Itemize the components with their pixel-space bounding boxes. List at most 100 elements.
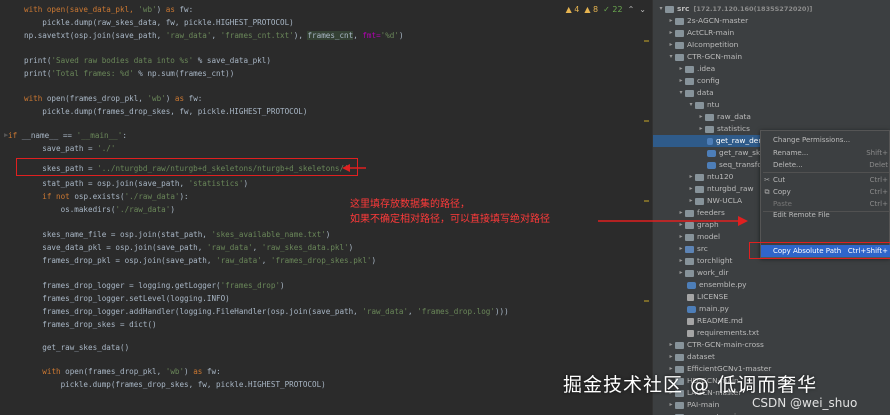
weak-warning-count[interactable]: ▲ 8 (584, 5, 598, 14)
code-line[interactable]: frames_drop_logger.addHandler(logging.Fi… (24, 305, 508, 318)
code-line[interactable]: print('Saved raw bodies data into %s' % … (24, 54, 271, 67)
folder-icon (705, 113, 714, 121)
tree-item[interactable]: seq_transfor (707, 159, 765, 171)
tree-item[interactable]: ▸ CTR-GCN-main-cross (667, 339, 763, 351)
tree-item[interactable]: ▸ NW-UCLA (687, 195, 742, 207)
menu-item-delete[interactable]: Delete... Delet (761, 159, 890, 171)
tree-item[interactable]: ▸ ntu120 (687, 171, 733, 183)
menu-item-copy[interactable]: ⧉ Copy Ctrl+ (761, 186, 890, 198)
menu-item-cut[interactable]: ✂ Cut Ctrl+ (761, 174, 890, 186)
tree-root-label: src (677, 4, 690, 13)
python-file-icon (707, 149, 716, 157)
tree-item[interactable]: requirements.txt (687, 327, 759, 339)
tree-item[interactable]: README.md (687, 315, 743, 327)
tree-item[interactable]: ▸ torchlight (677, 255, 732, 267)
code-line[interactable]: with open(frames_drop_pkl, 'wb') as fw: (24, 365, 220, 378)
folder-icon (685, 245, 694, 253)
folder-icon (675, 29, 684, 37)
folder-icon (675, 341, 684, 349)
menu-item-edit-remote-file[interactable]: Edit Remote File (761, 209, 890, 221)
context-menu[interactable]: Change Permissions... Rename... Shift+ De… (760, 130, 890, 258)
folder-icon (685, 257, 694, 265)
code-line[interactable]: save_path = './' (24, 142, 115, 155)
folder-icon (675, 17, 684, 25)
annotation-line-2: 如果不确定相对路径，可以直接填写绝对路径 (350, 214, 550, 225)
menu-item-change-permissions[interactable]: Change Permissions... (761, 134, 890, 146)
folder-icon (685, 77, 694, 85)
code-line[interactable]: if __name__ == '__main__': (8, 129, 127, 142)
warning-count[interactable]: ▲ 4 (566, 5, 580, 14)
tree-item[interactable]: ▾ CTR-GCN-main (667, 51, 742, 63)
code-line[interactable]: save_data_pkl = osp.join(save_path, 'raw… (24, 241, 353, 254)
code-line[interactable]: with open(save_data_pkl, 'wb') as fw: (24, 3, 193, 16)
tree-item[interactable]: ▾ ntu (687, 99, 719, 111)
folder-icon (675, 353, 684, 361)
typo-count[interactable]: ✓ 22 (603, 5, 622, 14)
tree-item[interactable]: get_raw_ske (707, 147, 765, 159)
tree-item[interactable]: ensemble.py (687, 279, 747, 291)
nav-down-icon[interactable]: ⌄ (639, 5, 646, 14)
tree-item[interactable]: ▸ work_dir (677, 267, 728, 279)
tree-item[interactable]: ▸ .idea (677, 63, 715, 75)
annotation-arrow (342, 164, 366, 172)
markdown-file-icon (687, 317, 694, 325)
tree-item[interactable]: ▸psumnet-main (667, 411, 741, 415)
tree-item[interactable]: ▸ ActCLR-main (667, 27, 734, 39)
code-line[interactable]: if not osp.exists('./raw_data'): (24, 190, 188, 203)
folder-icon (675, 53, 684, 61)
highlight-box-skes-path (16, 158, 358, 176)
code-line[interactable]: frames_drop_logger.setLevel(logging.INFO… (24, 292, 229, 305)
code-line[interactable]: os.makedirs('./raw_data') (24, 203, 175, 216)
edit-remote-icon (761, 209, 773, 221)
delete-icon (761, 159, 773, 171)
code-line[interactable]: frames_drop_skes = dict() (24, 318, 156, 331)
tree-item[interactable]: ▸ nturgbd_raw (687, 183, 753, 195)
folder-icon (705, 125, 714, 133)
tree-item[interactable]: ▸ dataset (667, 351, 714, 363)
tree-item[interactable]: LICENSE (687, 291, 728, 303)
copy-icon: ⧉ (764, 188, 770, 196)
text-file-icon (687, 329, 694, 337)
code-line[interactable]: with open(frames_drop_pkl, 'wb') as fw: (24, 92, 202, 105)
scissors-icon: ✂ (764, 176, 770, 184)
rename-icon (761, 147, 773, 159)
code-line[interactable]: get_raw_skes_data() (24, 341, 129, 354)
tree-item[interactable]: main.py (687, 303, 729, 315)
tree-item[interactable]: ▸ PAI-main (667, 399, 719, 411)
code-line[interactable]: pickle.dump(frames_drop_skes, fw, pickle… (24, 105, 307, 118)
code-line[interactable]: frames_drop_logger = logging.getLogger('… (24, 279, 284, 292)
python-file-icon (687, 281, 696, 289)
tree-item[interactable]: ▸ src (677, 243, 707, 255)
tree-item[interactable]: ▸ raw_data (697, 111, 750, 123)
nav-up-icon[interactable]: ⌃ (628, 5, 635, 14)
tree-item[interactable]: ▸ statistics (697, 123, 749, 135)
folder-icon (695, 185, 704, 193)
code-line[interactable]: stat_path = osp.join(save_path, 'statist… (24, 177, 248, 190)
tree-item-selected[interactable]: get_raw_den (653, 135, 763, 147)
juejin-watermark: 掘金技术社区 @ 低调而奢华 (563, 374, 818, 396)
code-line[interactable]: skes_name_file = osp.join(stat_path, 'sk… (24, 228, 330, 241)
tree-item[interactable]: ▸ config (677, 75, 719, 87)
code-line[interactable]: pickle.dump(frames_drop_skes, fw, pickle… (24, 378, 326, 391)
chevron-down-icon[interactable]: ▾ (657, 3, 665, 15)
folder-icon (675, 41, 684, 49)
tree-item[interactable]: ▸ 2s-AGCN-master (667, 15, 748, 27)
folder-icon (685, 269, 694, 277)
folder-icon (695, 197, 704, 205)
folder-icon (675, 401, 684, 409)
annotation-line-1: 这里填存放数据集的路径， (350, 199, 470, 210)
folder-icon (685, 89, 694, 97)
code-line[interactable]: frames_drop_pkl = osp.join(save_path, 'r… (24, 254, 376, 267)
python-file-icon (707, 161, 716, 169)
code-editor[interactable]: ▲ 4 ▲ 8 ✓ 22 ⌃ ⌄ with open(save_data_pkl… (0, 0, 652, 415)
csdn-watermark: CSDN @wei_shuo (752, 396, 858, 410)
code-line[interactable]: print('Total frames: %d' % np.sum(frames… (24, 67, 234, 80)
code-line[interactable]: pickle.dump(raw_skes_data, fw, pickle.HI… (24, 16, 293, 29)
tree-item[interactable]: ▾ data (677, 87, 713, 99)
inspection-toolbar[interactable]: ▲ 4 ▲ 8 ✓ 22 ⌃ ⌄ (566, 3, 646, 15)
code-line[interactable]: np.savetxt(osp.join(save_path, 'raw_data… (24, 29, 404, 42)
tree-item[interactable]: ▸ AIcompetition (667, 39, 738, 51)
menu-item-rename[interactable]: Rename... Shift+ (761, 147, 890, 159)
permissions-icon (761, 134, 773, 146)
tree-root-src[interactable]: ▾ src [172.17.120.160(1835S272020)] (657, 3, 812, 15)
